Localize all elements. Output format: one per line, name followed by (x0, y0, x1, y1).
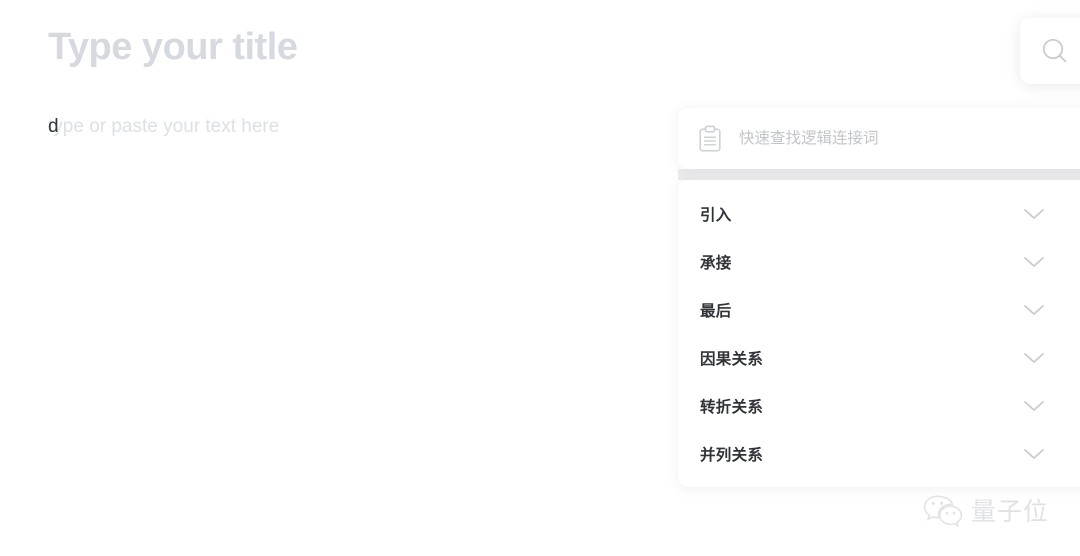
document-title-placeholder[interactable]: Type your title (48, 26, 298, 69)
app-root: Type your title type or paste your text … (0, 0, 1080, 556)
search-card[interactable] (1020, 18, 1080, 84)
chevron-down-icon[interactable] (1023, 447, 1045, 461)
list-item-label: 并列关系 (700, 447, 764, 464)
document-body-typed-text: d (48, 116, 59, 137)
list-item[interactable]: 引入 (678, 190, 1080, 238)
list-item[interactable]: 承接 (678, 238, 1080, 286)
list-item[interactable]: 最后 (678, 286, 1080, 334)
list-item[interactable]: 转折关系 (678, 382, 1080, 430)
connective-words-panel: 引入 承接 最后 因果关系 (678, 0, 1080, 556)
list-item-label: 承接 (700, 255, 732, 272)
chevron-down-icon[interactable] (1023, 399, 1045, 413)
chevron-down-icon[interactable] (1023, 303, 1045, 317)
panel-search-input[interactable] (739, 129, 1029, 148)
chevron-down-icon[interactable] (1023, 351, 1045, 365)
wechat-icon (922, 493, 964, 527)
list-item-label: 转折关系 (700, 399, 764, 416)
list-item-label: 引入 (700, 207, 732, 224)
chevron-down-icon[interactable] (1023, 255, 1045, 269)
document-editor[interactable]: Type your title type or paste your text … (0, 0, 700, 556)
watermark: 量子位 (922, 492, 1049, 528)
panel-search-bar[interactable] (678, 108, 1080, 169)
search-icon[interactable] (1040, 36, 1070, 66)
list-item[interactable]: 因果关系 (678, 334, 1080, 382)
watermark-text: 量子位 (971, 497, 1050, 526)
list-item[interactable]: 并列关系 (678, 430, 1080, 478)
document-body-placeholder: type or paste your text here (48, 116, 280, 137)
document-body[interactable]: type or paste your text here d (48, 116, 279, 142)
clipboard-icon (697, 125, 723, 153)
connective-words-list: 引入 承接 最后 因果关系 转折关系 并列关系 (678, 180, 1080, 487)
list-item-label: 因果关系 (700, 351, 764, 368)
list-item-label: 最后 (700, 303, 732, 320)
panel-divider-band (678, 169, 1080, 180)
chevron-down-icon[interactable] (1023, 207, 1045, 221)
